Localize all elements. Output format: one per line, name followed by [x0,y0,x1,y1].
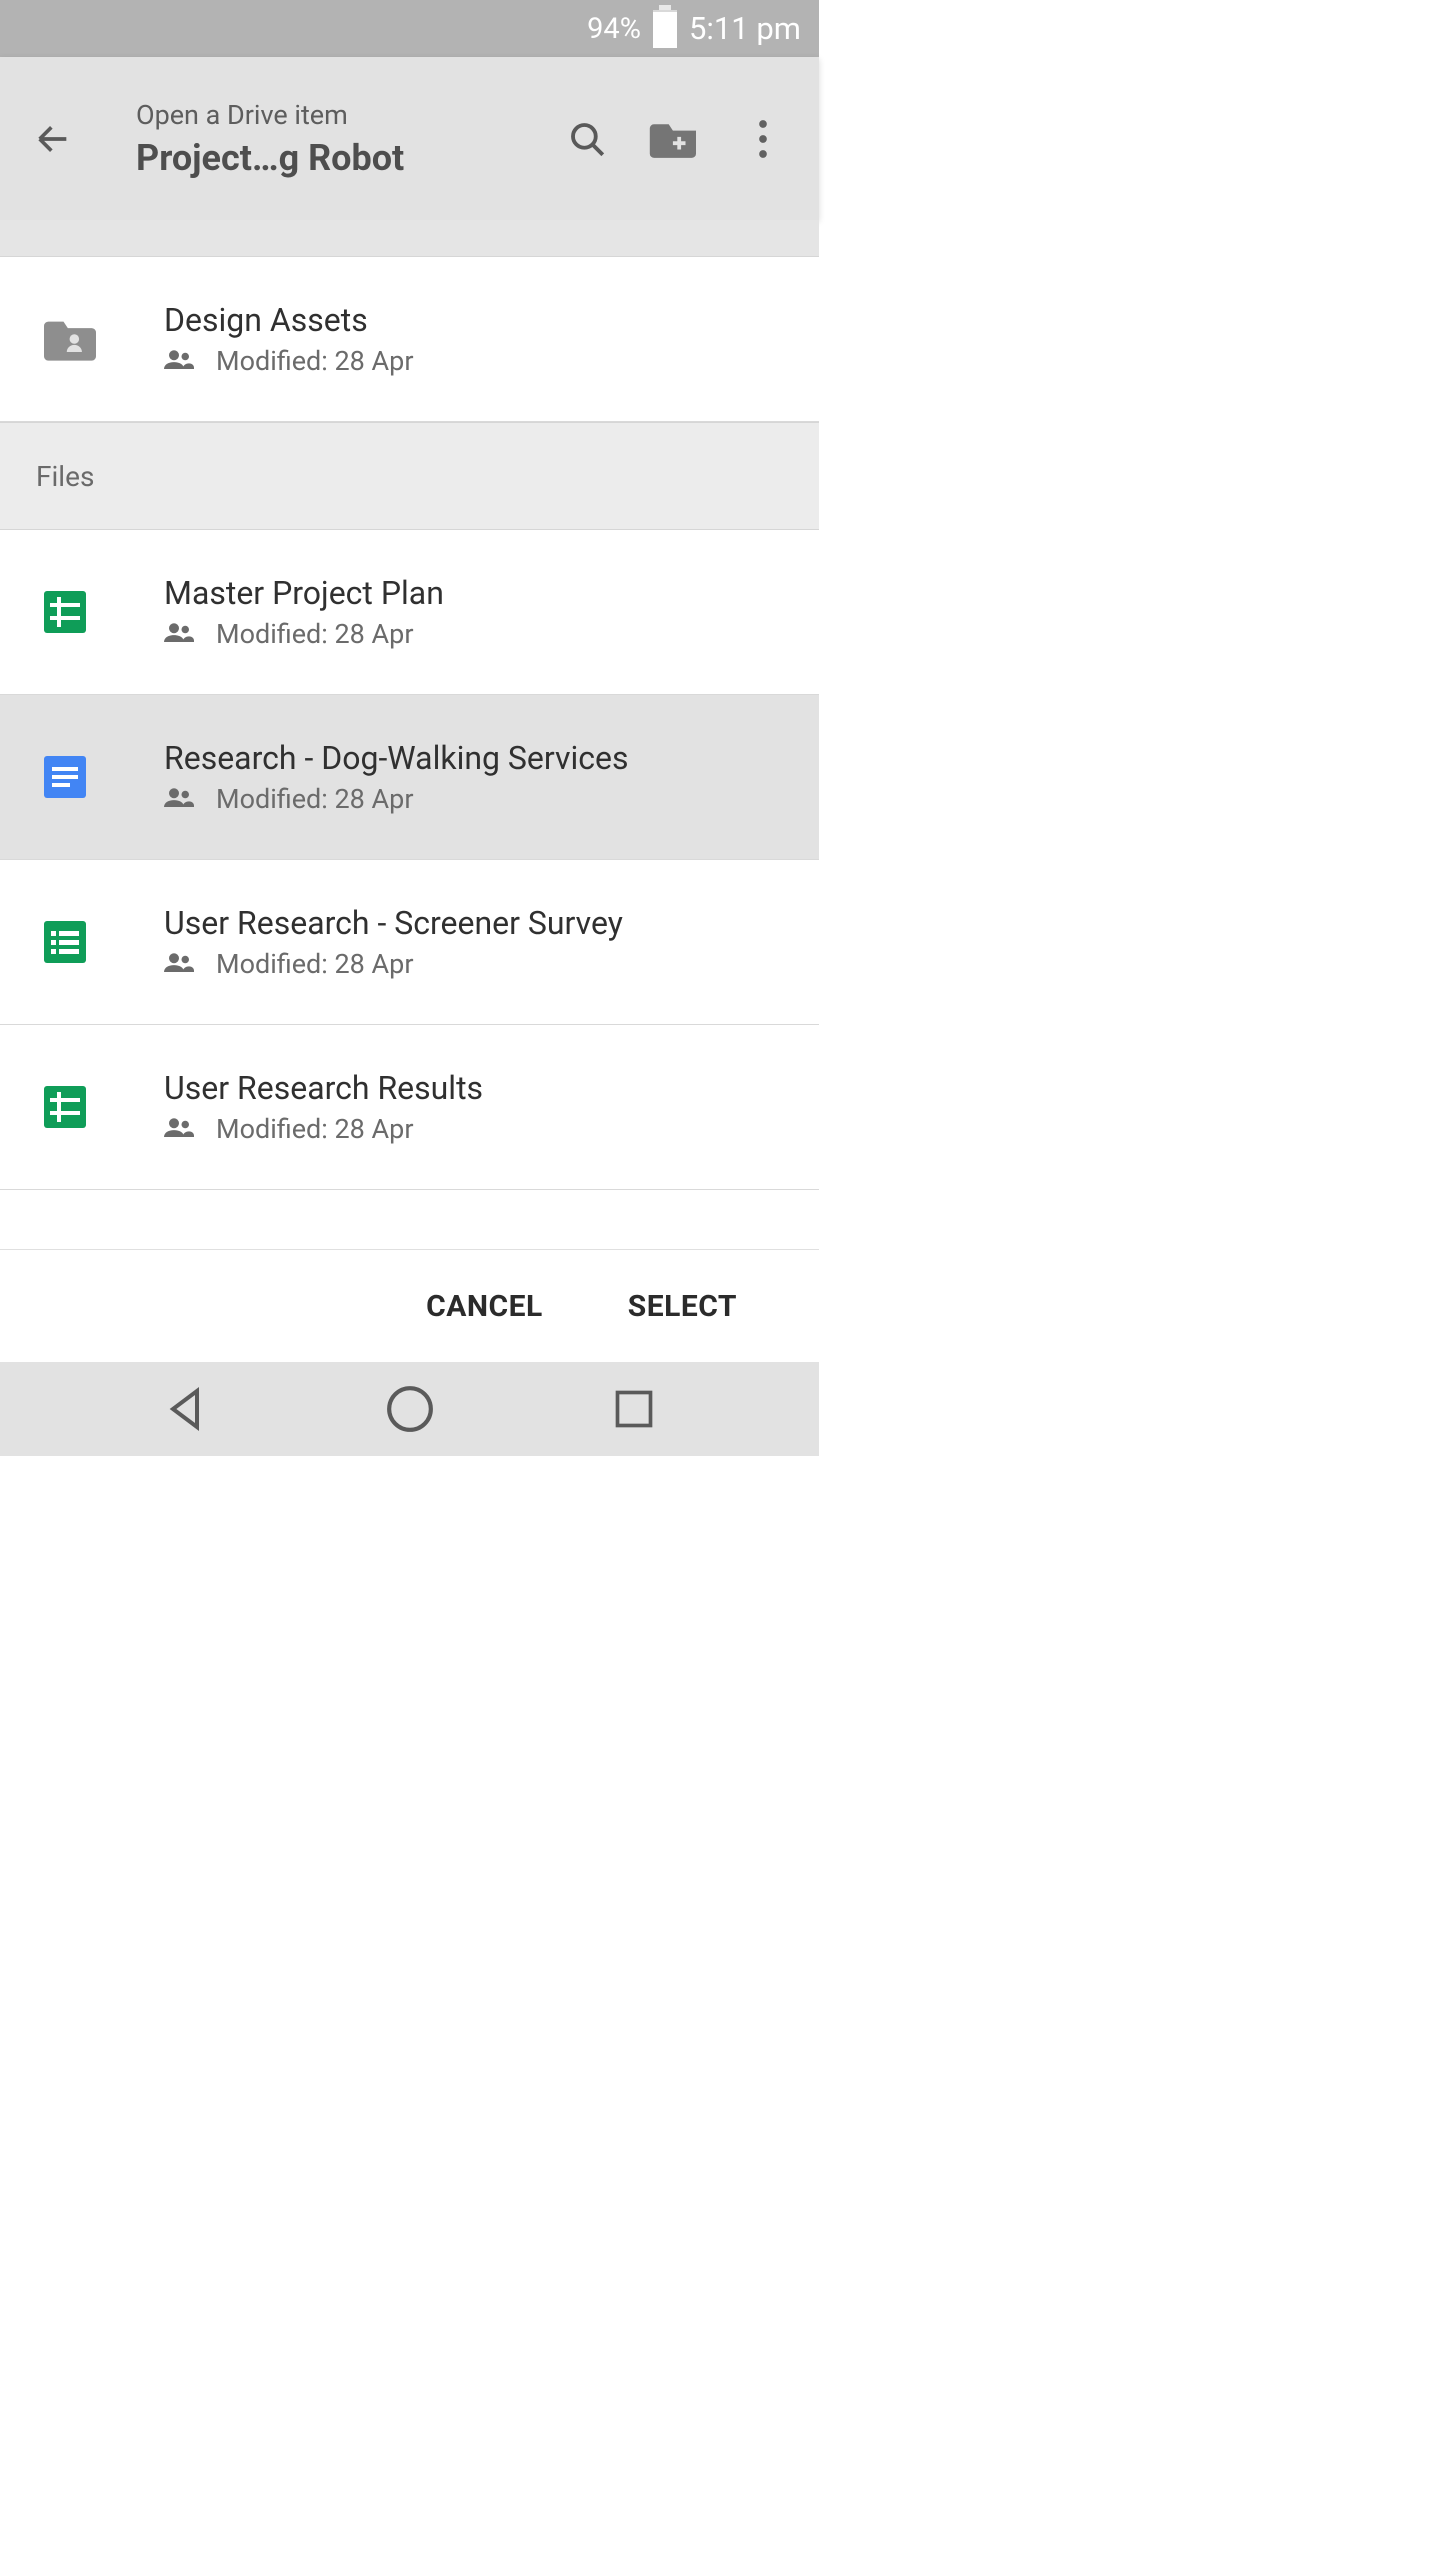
file-modified: Modified: 28 Apr [216,1113,413,1145]
file-name: User Research Results [164,1069,783,1107]
file-modified: Modified: 28 Apr [216,948,413,980]
back-button[interactable] [12,98,94,180]
app-bar-subtitle: Open a Drive item [136,99,543,131]
file-list: Design Assets Modified: 28 Apr Files Mas… [0,220,819,1249]
android-status-bar: 94% 5:11 pm [0,0,819,57]
new-folder-button[interactable] [631,95,719,183]
folder-shared-icon [44,317,114,361]
file-row[interactable]: User Research - Screener Survey Modified:… [0,860,819,1025]
shared-icon [164,621,194,647]
folder-modified: Modified: 28 Apr [216,345,413,377]
file-row[interactable]: User Research Results Modified: 28 Apr [0,1025,819,1190]
triangle-back-icon [161,1385,209,1433]
files-section-header: Files [0,422,819,530]
list-top-gap [0,220,819,257]
arrow-left-icon [33,119,73,159]
sheets-icon [44,591,86,633]
file-modified: Modified: 28 Apr [216,783,413,815]
folder-plus-icon [649,118,701,160]
app-bar-title: Project…g Robot [136,137,543,179]
search-icon [566,118,608,160]
file-name: User Research - Screener Survey [164,904,783,942]
cancel-button[interactable]: CANCEL [426,1289,543,1324]
picker-action-bar: CANCEL SELECT [0,1249,819,1362]
more-vert-icon [749,119,777,159]
clock: 5:11 pm [689,10,801,47]
battery-percent: 94% [587,12,641,46]
android-home-button[interactable] [370,1381,450,1437]
folder-name: Design Assets [164,301,783,339]
android-recents-button[interactable] [594,1381,674,1437]
file-name: Research - Dog-Walking Services [164,739,783,777]
file-row[interactable]: Research - Dog-Walking Services Modified:… [0,695,819,860]
search-button[interactable] [543,95,631,183]
file-modified: Modified: 28 Apr [216,618,413,650]
docs-icon [44,756,86,798]
app-bar: Open a Drive item Project…g Robot [0,57,819,220]
overflow-menu-button[interactable] [719,95,807,183]
shared-icon [164,1116,194,1142]
select-button[interactable]: SELECT [628,1289,737,1324]
shared-icon [164,786,194,812]
file-name: Master Project Plan [164,574,783,612]
shared-icon [164,348,194,374]
file-row[interactable]: Master Project Plan Modified: 28 Apr [0,530,819,695]
circle-home-icon [385,1384,435,1434]
shared-icon [164,951,194,977]
app-bar-titles: Open a Drive item Project…g Robot [94,99,543,179]
square-recents-icon [612,1387,656,1431]
android-back-button[interactable] [145,1381,225,1437]
sheets-icon [44,1086,86,1128]
android-nav-bar [0,1362,819,1456]
battery-icon [653,10,677,48]
folder-row[interactable]: Design Assets Modified: 28 Apr [0,257,819,422]
forms-icon [44,921,86,963]
